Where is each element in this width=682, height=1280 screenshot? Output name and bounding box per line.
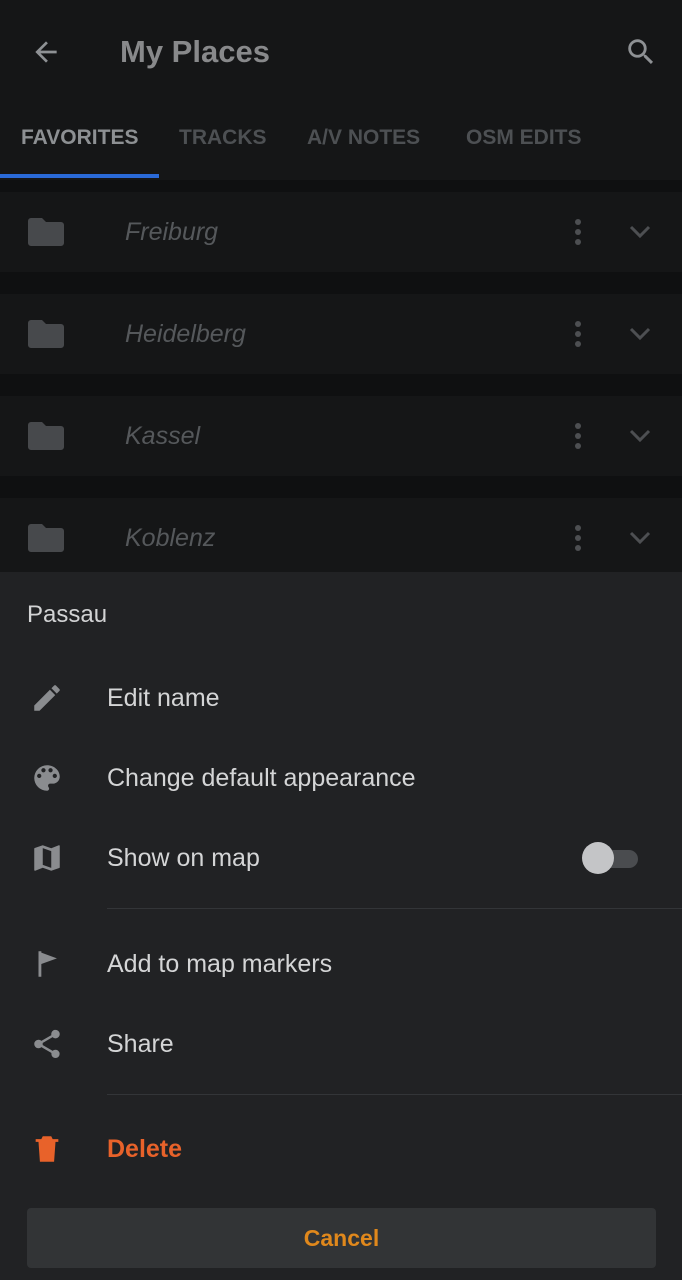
search-icon — [628, 39, 654, 65]
share-item[interactable]: Share — [0, 1004, 682, 1084]
divider — [107, 1094, 682, 1095]
trash-icon — [35, 1136, 59, 1162]
folder-icon — [28, 218, 64, 246]
folder-name: Freiburg — [125, 218, 219, 246]
folder-icon — [28, 524, 64, 552]
more-vert-icon — [575, 219, 581, 245]
active-tab-indicator — [0, 174, 159, 178]
change-appearance-item[interactable]: Change default appearance — [0, 738, 682, 818]
back-button[interactable] — [22, 30, 70, 74]
favorites-list: Freiburg Heidelberg Kassel Koblenz — [0, 180, 682, 572]
share-icon — [34, 1029, 60, 1059]
more-options-button[interactable] — [562, 314, 594, 354]
list-item[interactable]: Freiburg — [0, 192, 682, 272]
more-options-button[interactable] — [562, 212, 594, 252]
expand-button[interactable] — [622, 314, 658, 354]
tab-av-notes[interactable]: A/V NOTES — [307, 104, 420, 180]
folder-name: Kassel — [125, 422, 201, 450]
change-appearance-label: Change default appearance — [107, 764, 416, 792]
folder-icon — [28, 320, 64, 348]
flag-icon — [38, 951, 57, 977]
expand-button[interactable] — [622, 212, 658, 252]
pencil-icon — [34, 685, 60, 711]
chevron-down-icon — [629, 531, 651, 545]
list-item[interactable]: Kassel — [0, 396, 682, 476]
edit-name-label: Edit name — [107, 684, 220, 712]
app-bar: My Places — [0, 0, 682, 104]
expand-button[interactable] — [622, 518, 658, 558]
more-vert-icon — [575, 321, 581, 347]
add-to-markers-label: Add to map markers — [107, 950, 333, 978]
more-options-button[interactable] — [562, 416, 594, 456]
show-on-map-toggle[interactable] — [582, 842, 640, 874]
folder-name: Koblenz — [125, 524, 216, 552]
tab-osm-edits[interactable]: OSM EDITS — [466, 104, 582, 180]
search-button[interactable] — [616, 30, 666, 74]
bottom-sheet: Passau Edit name Change default appearan… — [0, 572, 682, 1280]
chevron-down-icon — [629, 429, 651, 443]
show-on-map-item[interactable]: Show on map — [0, 818, 682, 898]
tab-favorites[interactable]: FAVORITES — [21, 104, 138, 180]
tab-bar: FAVORITES TRACKS A/V NOTES OSM EDITS — [0, 104, 682, 180]
folder-icon — [28, 422, 64, 450]
map-icon — [34, 845, 60, 871]
delete-item[interactable]: Delete — [0, 1109, 682, 1189]
folder-name: Heidelberg — [125, 320, 246, 348]
divider — [107, 908, 682, 909]
add-to-markers-item[interactable]: Add to map markers — [0, 924, 682, 1004]
palette-icon — [34, 765, 60, 791]
tab-tracks[interactable]: TRACKS — [179, 104, 267, 180]
chevron-down-icon — [629, 327, 651, 341]
arrow-back-icon — [35, 41, 57, 63]
list-item[interactable]: Koblenz — [0, 498, 682, 572]
chevron-down-icon — [629, 225, 651, 239]
edit-name-item[interactable]: Edit name — [0, 658, 682, 738]
cancel-button[interactable]: Cancel — [27, 1208, 656, 1268]
toggle-thumb — [582, 842, 614, 874]
delete-label: Delete — [107, 1135, 183, 1163]
share-label: Share — [107, 1030, 174, 1058]
more-vert-icon — [575, 423, 581, 449]
more-options-button[interactable] — [562, 518, 594, 558]
page-title: My Places — [120, 34, 270, 69]
show-on-map-label: Show on map — [107, 844, 260, 872]
more-vert-icon — [575, 525, 581, 551]
expand-button[interactable] — [622, 416, 658, 456]
list-item[interactable]: Heidelberg — [0, 294, 682, 374]
sheet-title: Passau — [27, 601, 108, 628]
